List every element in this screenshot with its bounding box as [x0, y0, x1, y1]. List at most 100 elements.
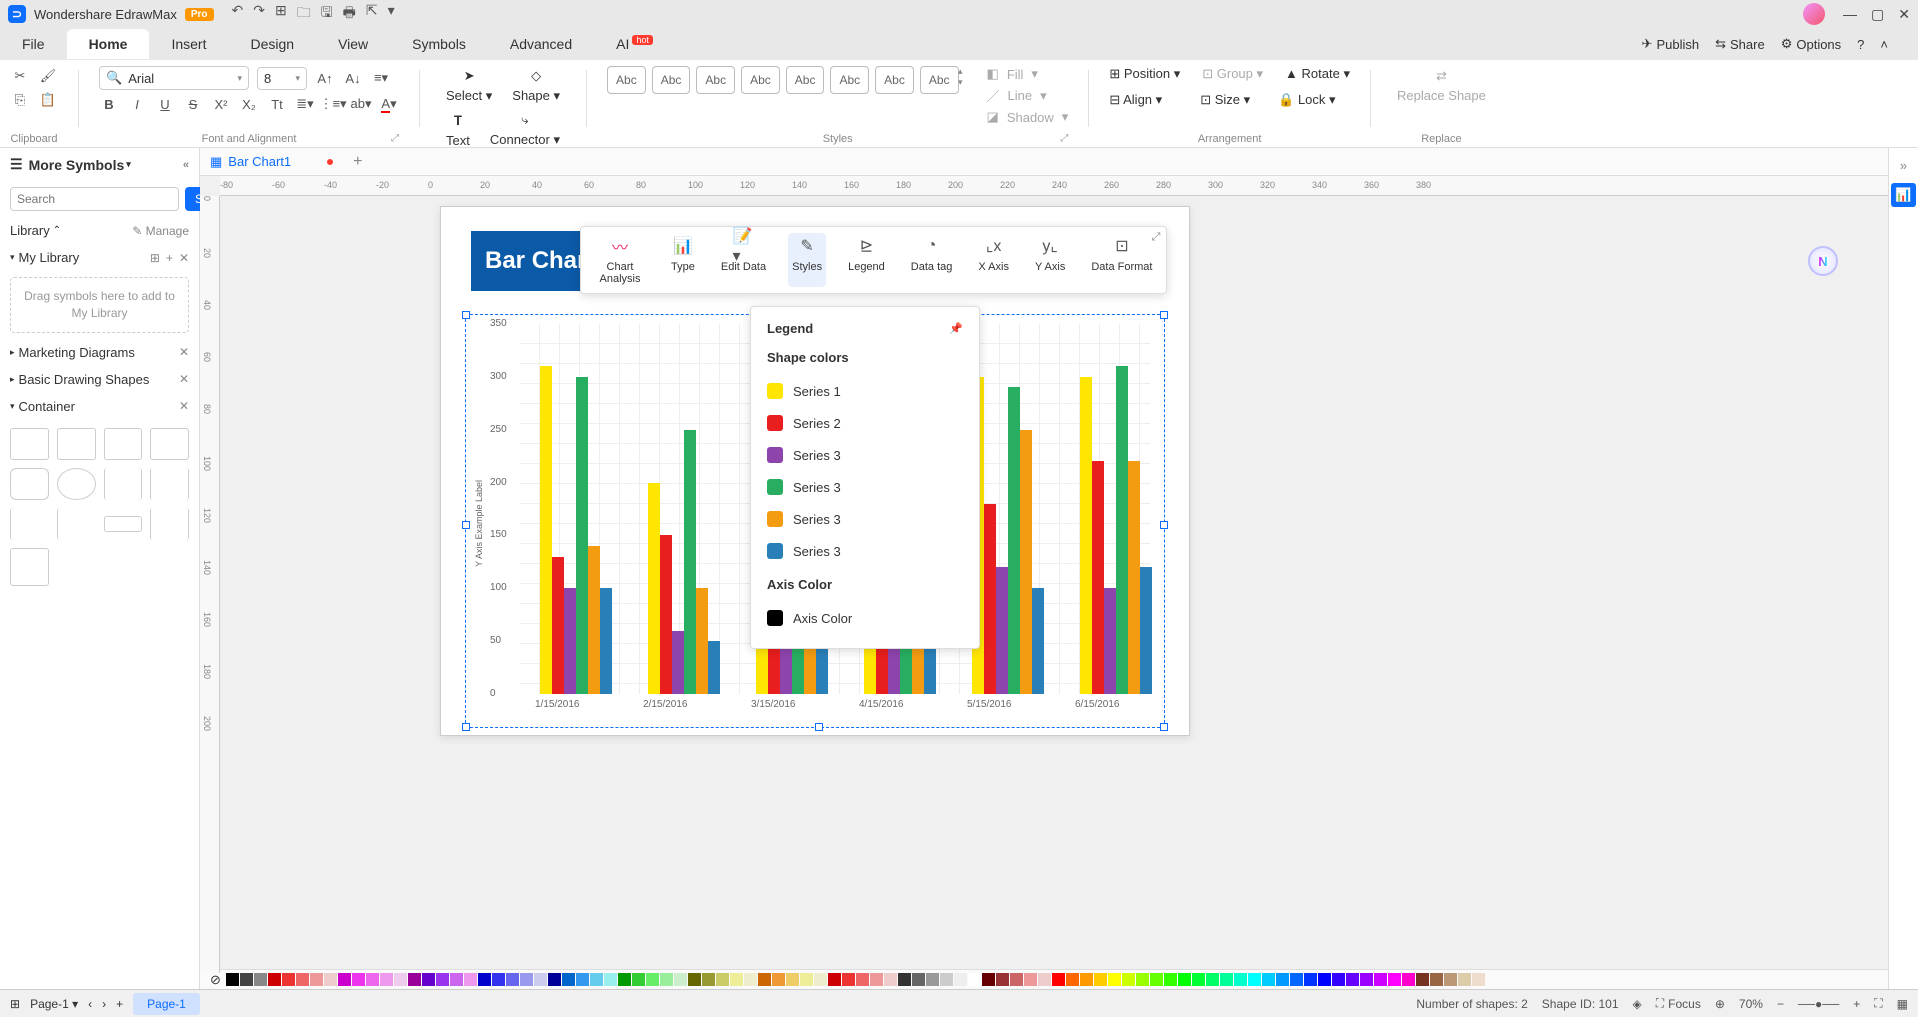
color-swatch[interactable] — [800, 973, 813, 986]
close-icon[interactable]: ✕ — [1898, 6, 1910, 23]
container-shape[interactable] — [10, 468, 49, 500]
color-swatch[interactable] — [338, 973, 351, 986]
color-swatch[interactable] — [674, 973, 687, 986]
color-swatch[interactable] — [772, 973, 785, 986]
lock-button[interactable]: 🔒 Lock ▾ — [1278, 92, 1335, 108]
color-swatch[interactable] — [926, 973, 939, 986]
x-axis-button[interactable]: ⌞xX Axis — [974, 233, 1013, 287]
container-shape[interactable] — [10, 548, 49, 586]
close-section-icon[interactable]: ✕ — [179, 372, 189, 386]
new-icon[interactable]: ⊞ — [275, 2, 287, 26]
color-swatch[interactable] — [282, 973, 295, 986]
page-layout-icon[interactable]: ⊞ — [10, 997, 20, 1011]
add-tab-icon[interactable]: + — [353, 153, 362, 171]
container-shape[interactable] — [150, 428, 189, 460]
color-swatch[interactable] — [688, 973, 701, 986]
y-axis-button[interactable]: y⌞Y Axis — [1031, 233, 1069, 287]
color-swatch[interactable] — [492, 973, 505, 986]
font-color-icon[interactable]: A▾ — [379, 94, 399, 114]
container-shape[interactable] — [10, 428, 49, 460]
resize-handle[interactable] — [462, 311, 470, 319]
color-swatch[interactable] — [604, 973, 617, 986]
color-swatch[interactable] — [884, 973, 897, 986]
color-swatch[interactable] — [1388, 973, 1401, 986]
color-swatch[interactable] — [1444, 973, 1457, 986]
color-swatch[interactable] — [1080, 973, 1093, 986]
color-swatch[interactable] — [1430, 973, 1443, 986]
color-swatch[interactable] — [1360, 973, 1373, 986]
series-color-item[interactable]: Series 3 — [767, 439, 963, 471]
color-swatch[interactable] — [520, 973, 533, 986]
series-color-item[interactable]: Series 3 — [767, 503, 963, 535]
series-color-item[interactable]: Series 3 — [767, 535, 963, 567]
container-shape[interactable] — [104, 516, 143, 532]
subscript-icon[interactable]: X₂ — [239, 94, 259, 114]
color-swatch[interactable] — [856, 973, 869, 986]
container-shape[interactable] — [150, 468, 189, 500]
color-swatch[interactable] — [240, 973, 253, 986]
color-swatch[interactable] — [590, 973, 603, 986]
align-button[interactable]: ⊟ Align ▾ — [1109, 92, 1162, 108]
next-page-icon[interactable]: › — [102, 997, 106, 1011]
color-swatch[interactable] — [1122, 973, 1135, 986]
paste-icon[interactable]: 📋 — [38, 90, 58, 110]
color-swatch[interactable] — [464, 973, 477, 986]
page-tab[interactable]: Page-1 — [133, 993, 200, 1015]
color-swatch[interactable] — [548, 973, 561, 986]
color-swatch[interactable] — [1150, 973, 1163, 986]
pin-icon[interactable]: 📌 — [949, 322, 963, 335]
position-button[interactable]: ⊞ Position ▾ — [1109, 66, 1180, 82]
add-lib-icon[interactable]: ⊞ — [150, 251, 160, 265]
edit-data-button[interactable]: 📝▾Edit Data — [717, 233, 770, 287]
resize-handle[interactable] — [1160, 521, 1168, 529]
color-swatch[interactable] — [296, 973, 309, 986]
cut-icon[interactable]: ✂ — [10, 66, 30, 86]
more-qa-icon[interactable]: ▾ — [388, 2, 395, 26]
color-swatch[interactable] — [1178, 973, 1191, 986]
close-section-icon[interactable]: ✕ — [179, 345, 189, 359]
manage-button[interactable]: ✎ Manage — [132, 224, 189, 238]
color-swatch[interactable] — [1206, 973, 1219, 986]
color-swatch[interactable] — [226, 973, 239, 986]
italic-icon[interactable]: I — [127, 94, 147, 114]
color-swatch[interactable] — [1052, 973, 1065, 986]
style-preset[interactable]: Abc — [830, 66, 869, 94]
font-size-select[interactable]: 8▾ — [257, 67, 307, 90]
pin-icon[interactable]: ⤢ — [1152, 231, 1161, 244]
color-swatch[interactable] — [352, 973, 365, 986]
focus-button[interactable]: ⛶ Focus — [1656, 996, 1701, 1011]
color-swatch[interactable] — [1346, 973, 1359, 986]
collapse-right-icon[interactable]: » — [1900, 158, 1907, 173]
collapse-panel-icon[interactable]: « — [183, 159, 189, 171]
color-swatch[interactable] — [450, 973, 463, 986]
color-swatch[interactable] — [1458, 973, 1471, 986]
color-swatch[interactable] — [562, 973, 575, 986]
help-button[interactable]: ? — [1857, 36, 1864, 52]
font-family-select[interactable]: 🔍Arial▾ — [99, 66, 249, 90]
style-preset[interactable]: Abc — [696, 66, 735, 94]
series-color-item[interactable]: Series 2 — [767, 407, 963, 439]
data-tag-button[interactable]: ◔Data tag — [907, 233, 957, 287]
color-swatch[interactable] — [1192, 973, 1205, 986]
presentation-icon[interactable]: ▦ — [1897, 997, 1908, 1011]
color-swatch[interactable] — [506, 973, 519, 986]
resize-handle[interactable] — [462, 723, 470, 731]
color-swatch[interactable] — [1472, 973, 1485, 986]
series-color-item[interactable]: Series 1 — [767, 375, 963, 407]
color-swatch[interactable] — [394, 973, 407, 986]
color-swatch[interactable] — [254, 973, 267, 986]
color-swatch[interactable] — [268, 973, 281, 986]
color-swatch[interactable] — [1038, 973, 1051, 986]
menu-design[interactable]: Design — [228, 29, 316, 59]
color-swatch[interactable] — [870, 973, 883, 986]
container-shape[interactable] — [104, 428, 143, 460]
color-swatch[interactable] — [618, 973, 631, 986]
style-preset[interactable]: Abc — [920, 66, 959, 94]
color-swatch[interactable] — [324, 973, 337, 986]
color-swatch[interactable] — [408, 973, 421, 986]
color-swatch[interactable] — [702, 973, 715, 986]
legend-button[interactable]: ⊵Legend — [844, 233, 889, 287]
menu-file[interactable]: File — [0, 29, 67, 59]
zoom-level[interactable]: 70% — [1739, 997, 1763, 1011]
data-format-button[interactable]: ⊡Data Format — [1087, 233, 1156, 287]
